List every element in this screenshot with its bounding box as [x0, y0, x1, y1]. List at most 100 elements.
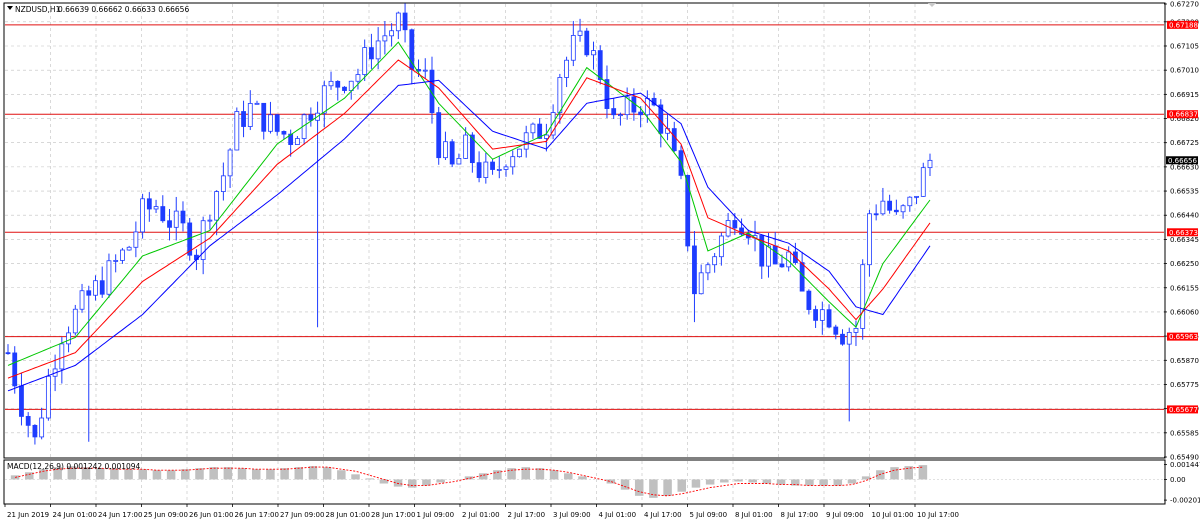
candle-body: [294, 138, 300, 145]
candle-body: [577, 30, 583, 36]
candle-body: [321, 85, 327, 114]
candle-body: [671, 128, 677, 152]
candle-body: [274, 114, 280, 132]
macd-tick-label: -0.002017: [1170, 497, 1200, 505]
time-tick-label: 3 Jul 09:00: [553, 511, 591, 519]
level-label: 0.65963: [1169, 333, 1198, 341]
candle-body: [503, 166, 509, 170]
candle-body: [611, 108, 617, 116]
candle-body: [927, 159, 933, 169]
time-tick-label: 4 Jul 01:00: [599, 511, 637, 519]
time-tick-label: 1 Jul 09:00: [417, 511, 455, 519]
time-tick-label: 21 Jun 2019: [7, 511, 49, 519]
candle-body: [530, 123, 536, 134]
current-price-label: 0.66656: [1168, 157, 1197, 165]
candle-body: [281, 131, 287, 135]
time-tick-label: 8 Jul 17:00: [781, 511, 819, 519]
price-tick-label: 0.66155: [1170, 284, 1199, 292]
time-tick-label: 24 Jun 17:00: [98, 511, 142, 519]
candle-body: [853, 328, 859, 333]
candle-body: [389, 30, 395, 37]
time-tick-label: 5 Jul 09:00: [690, 511, 728, 519]
price-tick-label: 0.67105: [1170, 42, 1199, 50]
candle-body: [564, 59, 569, 78]
candle-body: [443, 141, 448, 159]
time-tick-label: 26 Jun 01:00: [189, 511, 233, 519]
candle-body: [685, 174, 691, 247]
candle-body: [914, 195, 919, 198]
candle-body: [436, 112, 442, 159]
candle-body: [476, 162, 482, 178]
price-tick-label: 0.67270: [1170, 1, 1199, 9]
candle-body: [570, 35, 576, 61]
price-tick-label: 0.66250: [1170, 260, 1199, 268]
time-tick-label: 8 Jul 01:00: [735, 511, 773, 519]
candle-body: [449, 141, 455, 165]
candle-body: [725, 220, 731, 237]
candle-body: [840, 333, 845, 345]
time-tick-label: 28 Jun 17:00: [371, 511, 415, 519]
candle-body: [375, 40, 381, 60]
price-tick-label: 0.66725: [1170, 139, 1199, 147]
candle-body: [846, 332, 852, 345]
candle-body: [106, 260, 112, 295]
candle-body: [496, 169, 502, 171]
candle-body: [93, 280, 98, 296]
candle-body: [328, 80, 334, 87]
price-tick-label: 0.66440: [1170, 212, 1199, 220]
candle-body: [698, 272, 704, 295]
candle-body: [591, 50, 596, 56]
candle-body: [45, 375, 51, 419]
time-tick-label: 2 Jul 01:00: [462, 511, 500, 519]
level-label: 0.67188: [1169, 21, 1198, 29]
candle-body: [409, 29, 415, 70]
macd-label: MACD(12,26,9) 0.001242 0.001094: [7, 462, 141, 471]
candle-body: [557, 77, 563, 113]
candle-body: [369, 47, 374, 60]
candle-body: [422, 69, 428, 72]
candle-body: [12, 352, 18, 387]
candle-body: [59, 343, 65, 370]
ohlc-label: 0.66639 0.66662 0.66633 0.66656: [58, 5, 189, 14]
candle-body: [382, 35, 388, 42]
candle-body: [584, 30, 590, 56]
candle-body: [19, 385, 24, 417]
macd-tick-label: 0.001447: [1170, 461, 1200, 469]
candle-body: [900, 205, 906, 213]
macd-tick-label: 0.00: [1170, 476, 1186, 484]
candle-body: [39, 417, 45, 438]
candle-body: [214, 191, 220, 221]
price-tick-label: 0.65870: [1170, 357, 1199, 365]
candle-body: [362, 47, 368, 75]
price-tick-label: 0.65585: [1170, 429, 1199, 437]
candle-body: [113, 260, 119, 262]
candle-body: [261, 102, 267, 132]
time-tick-label: 10 Jul 17:00: [917, 511, 959, 519]
candle-body: [786, 251, 792, 268]
candle-body: [241, 111, 246, 127]
candle-body: [335, 80, 341, 88]
candle-body: [705, 264, 711, 274]
time-tick-label: 26 Jun 17:00: [235, 511, 279, 519]
time-tick-label: 25 Jun 09:00: [144, 511, 188, 519]
candle-body: [907, 196, 913, 207]
candle-body: [833, 326, 839, 335]
time-tick-label: 2 Jul 17:00: [508, 511, 546, 519]
level-label: 0.66373: [1169, 229, 1198, 237]
candle-body: [66, 332, 71, 345]
candle-body: [543, 134, 549, 139]
candle-body: [692, 245, 697, 295]
candle-body: [813, 309, 818, 321]
candle-body: [254, 102, 260, 105]
candle-body: [173, 210, 179, 228]
price-tick-label: 0.66060: [1170, 308, 1199, 316]
candle-body: [456, 157, 462, 165]
candle-body: [887, 200, 893, 211]
candle-body: [140, 198, 145, 233]
candle-body: [880, 200, 886, 215]
candle-body: [126, 246, 132, 251]
candle-body: [517, 148, 522, 158]
candle-body: [483, 161, 489, 178]
candle-body: [718, 235, 724, 258]
candle-body: [234, 111, 240, 151]
